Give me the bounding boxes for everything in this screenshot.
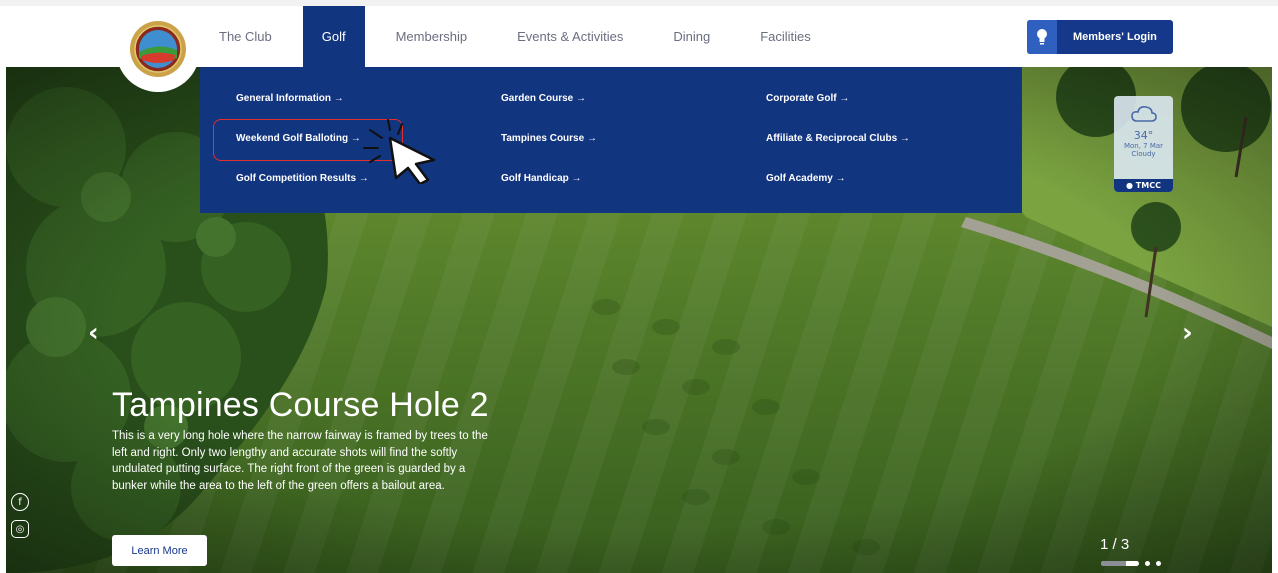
nav-dining[interactable]: Dining	[654, 6, 729, 67]
carousel-next-arrow-icon[interactable]: ›	[1182, 318, 1193, 348]
cloud-icon	[1130, 106, 1157, 122]
main-nav: The Club Golf Membership Events & Activi…	[200, 6, 830, 67]
slide-progress-bar[interactable]	[1101, 561, 1139, 566]
location-pin-icon: ●	[1126, 181, 1133, 190]
carousel-prev-arrow-icon[interactable]: ‹	[88, 318, 99, 348]
slide-title: Tampines Course Hole 2	[112, 386, 489, 424]
club-logo[interactable]	[116, 6, 200, 92]
weather-condition: Cloudy	[1131, 150, 1156, 158]
nav-facilities[interactable]: Facilities	[741, 6, 830, 67]
facebook-icon[interactable]: f	[11, 493, 29, 511]
menu-tampines-course[interactable]: Tampines Course →	[501, 133, 597, 144]
weather-location: ● TMCC	[1114, 179, 1173, 192]
page: The Club Golf Membership Events & Activi…	[0, 0, 1278, 573]
instagram-icon[interactable]: ◎	[11, 520, 29, 538]
weather-temperature: 34°	[1133, 129, 1154, 142]
nav-events-activities[interactable]: Events & Activities	[498, 6, 642, 67]
slide-dot-3[interactable]	[1156, 561, 1161, 566]
weather-widget: 34° Mon, 7 Mar Cloudy ● TMCC	[1114, 96, 1173, 192]
members-login-button[interactable]: Members' Login	[1027, 20, 1173, 54]
members-login-label: Members' Login	[1073, 31, 1157, 43]
slide-indicators	[1101, 561, 1161, 566]
menu-golf-competition-results[interactable]: Golf Competition Results →	[236, 173, 369, 184]
menu-garden-course[interactable]: Garden Course →	[501, 93, 586, 104]
golf-dropdown-menu: General Information → Weekend Golf Ballo…	[200, 67, 1022, 213]
nav-membership[interactable]: Membership	[377, 6, 487, 67]
nav-golf[interactable]: Golf	[302, 6, 365, 67]
slide-dot-2[interactable]	[1145, 561, 1150, 566]
menu-golf-handicap[interactable]: Golf Handicap →	[501, 173, 582, 184]
menu-golf-academy[interactable]: Golf Academy →	[766, 173, 846, 184]
slide-description: This is a very long hole where the narro…	[112, 430, 488, 492]
menu-corporate-golf[interactable]: Corporate Golf →	[766, 93, 849, 104]
mouse-pointer-icon	[363, 119, 436, 184]
menu-affiliate-reciprocal-clubs[interactable]: Affiliate & Reciprocal Clubs →	[766, 133, 910, 144]
weather-location-label: TMCC	[1135, 181, 1161, 190]
slide-progress-fill	[1101, 561, 1126, 566]
slide-counter: 1 / 3	[1100, 536, 1130, 553]
nav-the-club[interactable]: The Club	[200, 6, 291, 67]
lightbulb-icon	[1027, 20, 1057, 54]
club-crest-icon	[130, 21, 186, 77]
weather-date: Mon, 7 Mar	[1123, 142, 1164, 150]
menu-general-information[interactable]: General Information →	[236, 93, 344, 104]
learn-more-button[interactable]: Learn More	[112, 535, 207, 566]
